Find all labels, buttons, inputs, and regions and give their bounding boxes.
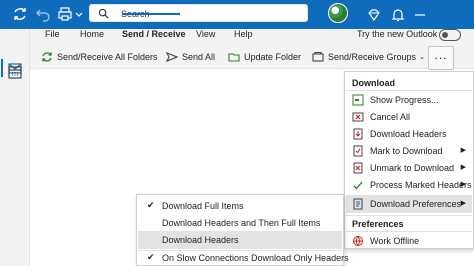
- update-folder-button[interactable]: Update Folder: [228, 49, 301, 65]
- cancel-icon: [352, 111, 364, 123]
- download-preferences-label: Download Preferences: [370, 199, 462, 209]
- checkmark-icon: ✔: [147, 200, 155, 210]
- bell-icon[interactable]: [390, 7, 405, 22]
- process-marked-headers-label: Process Marked Headers: [370, 180, 472, 190]
- download-headers-label: Download Headers: [370, 129, 447, 139]
- send-receive-all-button[interactable]: Send/Receive All Folders: [41, 49, 158, 65]
- download-headers-only-label: Download Headers: [162, 235, 239, 245]
- active-indicator: [1, 59, 3, 77]
- navigation-rail: [0, 29, 30, 266]
- download-preferences-submenu: ✔ Download Full Items Download Headers a…: [136, 194, 349, 266]
- more-commands-button[interactable]: ...: [428, 46, 454, 70]
- progress-icon: [352, 94, 364, 106]
- search-icon: [98, 8, 109, 19]
- checkmark-icon: ✔: [147, 252, 155, 262]
- submenu-arrow-icon: ▶: [460, 200, 466, 207]
- process-icon: [352, 179, 364, 191]
- process-marked-headers-item[interactable]: Process Marked Headers ▶: [346, 176, 472, 194]
- minimize-icon[interactable]: [412, 7, 426, 21]
- download-menu: Download Show Progress... Cancel All Dow…: [344, 71, 474, 249]
- avatar[interactable]: [328, 3, 348, 23]
- submenu-arrow-icon: ▶: [460, 164, 466, 171]
- send-receive-groups-label: Send/Receive Groups: [328, 52, 417, 62]
- diamond-icon[interactable]: [366, 7, 380, 22]
- tab-send-receive[interactable]: Send / Receive: [122, 29, 186, 39]
- download-headers-icon: [352, 128, 364, 140]
- slow-connections-item[interactable]: ✔ On Slow Connections Download Only Head…: [138, 249, 349, 266]
- download-headers-item[interactable]: Download Headers: [346, 125, 472, 143]
- download-full-items-label: Download Full Items: [162, 201, 244, 211]
- update-folder-icon: [228, 53, 240, 62]
- globe-icon: [352, 235, 364, 247]
- download-headers-then-full-label: Download Headers and Then Full Items: [162, 218, 321, 228]
- submenu-arrow-icon: ▶: [460, 181, 466, 188]
- download-preferences-icon: [352, 198, 364, 210]
- download-headers-then-full-item[interactable]: Download Headers and Then Full Items: [138, 214, 342, 232]
- title-bar: Search: [0, 0, 474, 29]
- send-receive-all-label: Send/Receive All Folders: [57, 52, 158, 62]
- download-full-items-item[interactable]: ✔ Download Full Items: [138, 197, 342, 215]
- calendar-icon[interactable]: [8, 65, 22, 79]
- slow-connections-label: On Slow Connections Download Only Header…: [162, 253, 349, 263]
- work-offline-label: Work Offline: [370, 236, 420, 246]
- unmark-to-download-item[interactable]: Unmark to Download ▶: [346, 159, 472, 177]
- mark-to-download-item[interactable]: Mark to Download ▶: [346, 142, 472, 160]
- send-all-button[interactable]: Send All: [166, 49, 215, 65]
- download-headers-only-item[interactable]: Download Headers: [138, 231, 342, 249]
- unmark-to-download-label: Unmark to Download: [370, 163, 455, 173]
- mark-to-download-label: Mark to Download: [370, 146, 443, 156]
- new-outlook-toggle[interactable]: [439, 29, 461, 41]
- work-offline-item[interactable]: Work Offline: [346, 232, 472, 250]
- chevron-down-icon: ⌄: [419, 54, 425, 61]
- tab-file[interactable]: File: [45, 29, 60, 39]
- preferences-section-header: Preferences: [352, 219, 404, 229]
- active-tab-underline: [122, 13, 180, 15]
- submenu-arrow-icon: ▶: [460, 147, 466, 154]
- update-folder-label: Update Folder: [244, 52, 302, 62]
- tab-home[interactable]: Home: [80, 29, 104, 39]
- send-icon: [166, 52, 178, 62]
- mark-icon: [352, 145, 364, 157]
- divider: [346, 215, 472, 216]
- ribbon: Send/Receive All Folders Send All Update…: [30, 45, 474, 69]
- tab-help[interactable]: Help: [234, 29, 253, 39]
- toggle-knob: [442, 32, 448, 38]
- download-preferences-item[interactable]: Download Preferences ▶: [346, 195, 472, 213]
- send-receive-groups-button[interactable]: Send/Receive Groups ⌄: [312, 49, 425, 65]
- cancel-all-item[interactable]: Cancel All: [346, 108, 472, 126]
- quick-access-dropdown-icon[interactable]: [71, 6, 83, 22]
- tab-view[interactable]: View: [196, 29, 215, 39]
- show-progress-item[interactable]: Show Progress...: [346, 91, 472, 109]
- cancel-all-label: Cancel All: [370, 112, 411, 122]
- show-progress-label: Show Progress...: [370, 95, 439, 105]
- undo-icon[interactable]: [35, 6, 51, 22]
- download-section-header: Download: [352, 78, 395, 88]
- sync-icon: [42, 52, 52, 62]
- sync-icon[interactable]: [12, 6, 28, 22]
- unmark-icon: [352, 162, 364, 174]
- try-new-outlook-label: Try the new Outlook: [357, 29, 438, 39]
- groups-icon: [312, 51, 324, 62]
- send-all-label: Send All: [182, 52, 216, 62]
